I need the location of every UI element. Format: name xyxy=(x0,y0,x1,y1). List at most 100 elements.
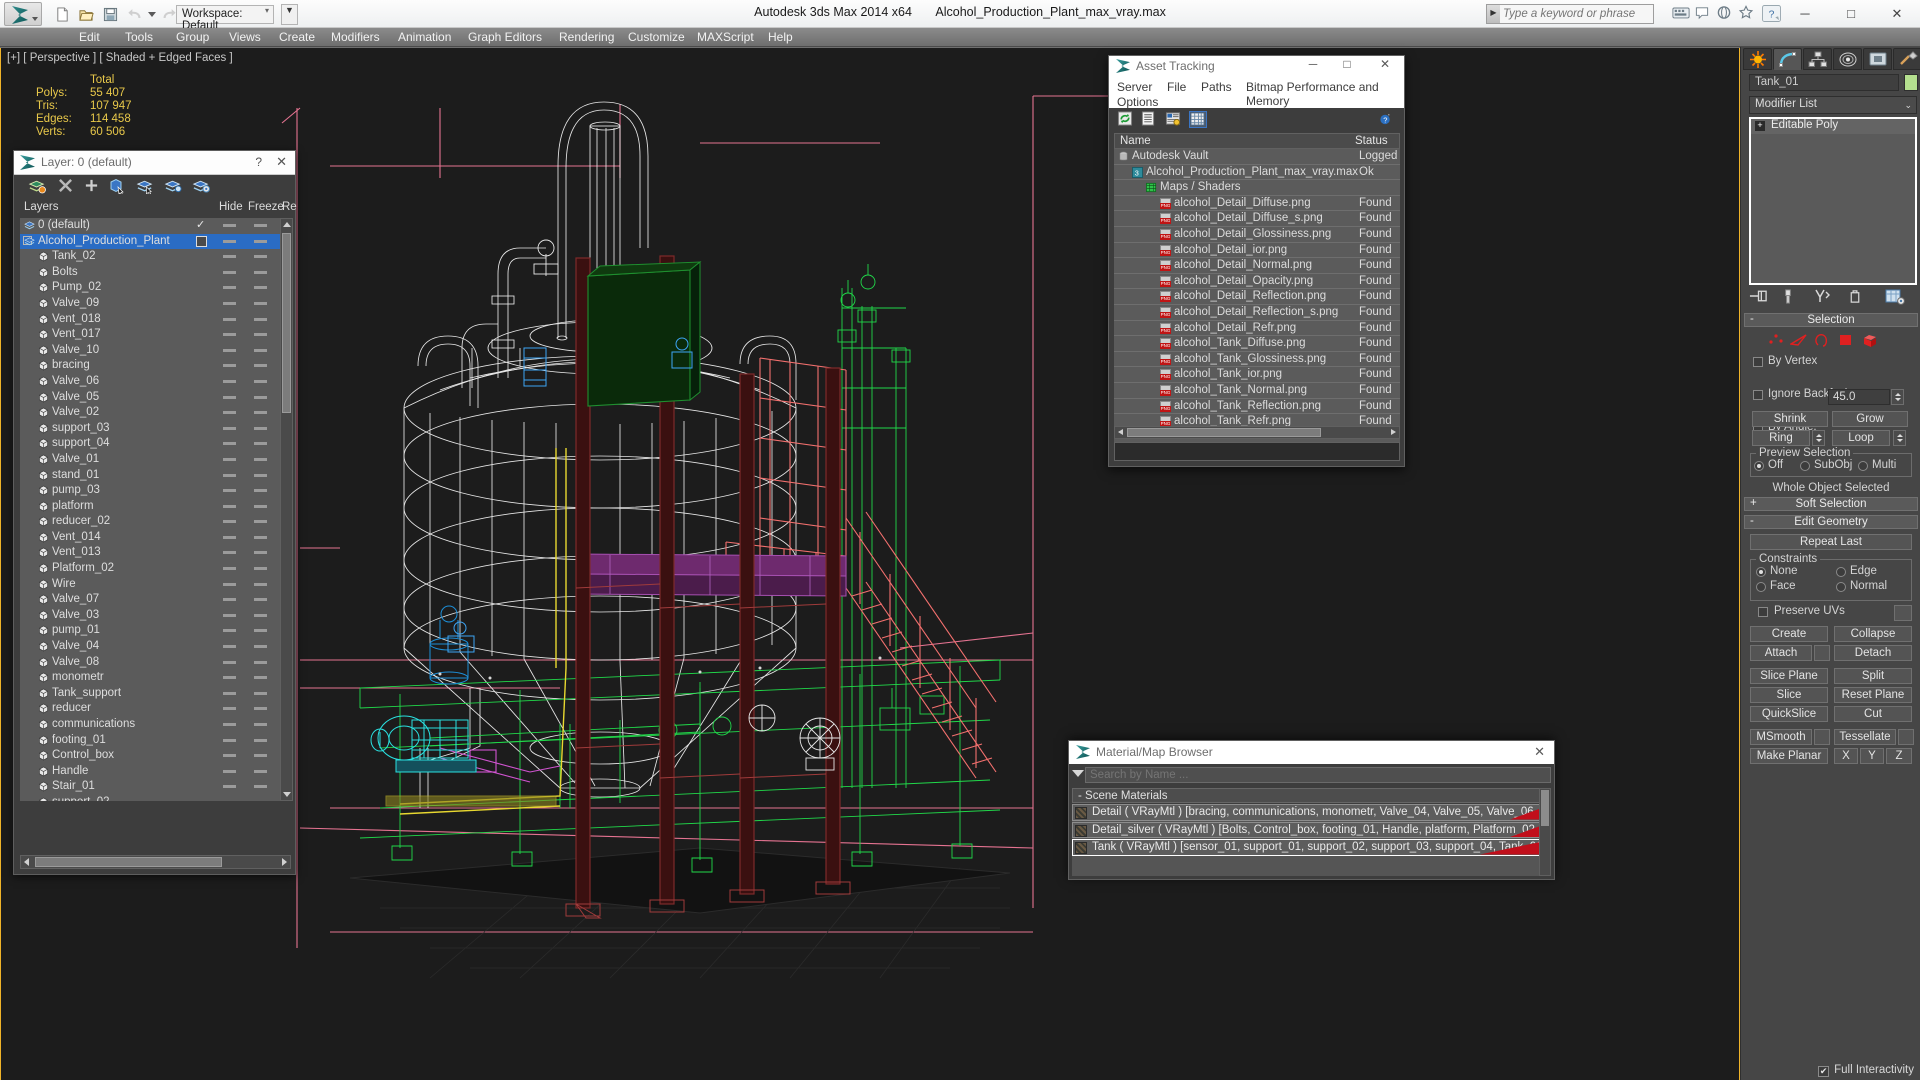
asset-row[interactable]: alcohol_Tank_Diffuse.png Found xyxy=(1114,336,1400,352)
layer-row[interactable]: Control_box xyxy=(20,748,291,764)
asset-minimize-button[interactable]: ─ xyxy=(1300,57,1326,74)
scroll-right-icon[interactable] xyxy=(282,858,287,866)
viewport-label[interactable]: [+] [ Perspective ] [ Shaded + Edged Fac… xyxy=(7,52,233,64)
material-row[interactable]: Detail_silver ( VRayMtl ) [Bolts, Contro… xyxy=(1072,821,1551,838)
asset-menu-server[interactable]: Server xyxy=(1117,80,1152,94)
freeze-toggle[interactable] xyxy=(254,317,267,321)
hide-toggle[interactable] xyxy=(223,270,236,274)
layer-row[interactable]: Valve_05 xyxy=(20,390,291,406)
asset-row[interactable]: 3 Alcohol_Production_Plant_max_vray.max Ok xyxy=(1114,165,1400,181)
layer-list[interactable]: 0 (default)✓−Alcohol_Production_PlantTan… xyxy=(20,218,291,801)
element-icon[interactable] xyxy=(1862,333,1878,348)
help-icon[interactable]: ? xyxy=(1378,111,1396,128)
remove-modifier-icon[interactable] xyxy=(1848,289,1868,307)
asset-row[interactable]: alcohol_Detail_Diffuse.png Found xyxy=(1114,196,1400,212)
hide-toggle[interactable] xyxy=(223,785,236,789)
layer-row[interactable]: support_02 xyxy=(20,795,291,801)
asset-row[interactable]: alcohol_Detail_Glossiness.png Found xyxy=(1114,227,1400,243)
layer-manager-titlebar[interactable]: Layer: 0 (default) ? ✕ xyxy=(14,151,295,175)
loop-button[interactable]: Loop xyxy=(1832,430,1890,446)
new-layer-icon[interactable] xyxy=(28,178,49,196)
freeze-toggle[interactable] xyxy=(254,255,267,259)
hierarchy-tab[interactable] xyxy=(1803,48,1832,70)
asset-list[interactable]: Autodesk Vault Logged Ou 3 Alcohol_Producti… xyxy=(1114,149,1400,446)
display-tab[interactable] xyxy=(1863,48,1892,70)
layer-row[interactable]: communications xyxy=(20,717,291,733)
selection-rollout-header[interactable]: - Selection xyxy=(1744,313,1918,327)
window-close-button[interactable]: ✕ xyxy=(1874,0,1920,28)
make-planar-x-button[interactable]: X xyxy=(1834,748,1858,764)
asset-menu-paths[interactable]: Paths xyxy=(1201,80,1232,94)
layer-row[interactable]: Vent_014 xyxy=(20,530,291,546)
layer-column-hide[interactable]: Hide xyxy=(219,201,243,213)
menu-item-create[interactable]: Create xyxy=(272,30,322,45)
asset-row[interactable]: Maps / Shaders xyxy=(1114,180,1400,196)
by-vertex-checkbox[interactable] xyxy=(1753,357,1763,367)
layer-column-layers[interactable]: Layers xyxy=(24,201,59,213)
layer-row[interactable]: Stair_01 xyxy=(20,779,291,795)
menu-item-graph-editors[interactable]: Graph Editors xyxy=(461,30,549,45)
freeze-toggle[interactable] xyxy=(254,301,267,305)
constraint-face-radio[interactable] xyxy=(1756,582,1766,592)
hide-toggle[interactable] xyxy=(223,411,236,415)
freeze-toggle[interactable] xyxy=(254,395,267,399)
material-list-scrollbar[interactable] xyxy=(1539,788,1551,876)
layer-row[interactable]: Vent_018 xyxy=(20,312,291,328)
freeze-toggle[interactable] xyxy=(254,473,267,477)
layer-row[interactable]: support_04 xyxy=(20,436,291,452)
msmooth-button[interactable]: MSmooth xyxy=(1750,729,1812,745)
freeze-toggle[interactable] xyxy=(254,504,267,508)
full-interactivity-checkbox[interactable]: ✔ xyxy=(1818,1066,1830,1077)
freeze-toggle[interactable] xyxy=(254,333,267,337)
freeze-toggle[interactable] xyxy=(254,551,267,555)
preview-off-radio[interactable] xyxy=(1754,461,1764,471)
soft-selection-rollout-header[interactable]: + Soft Selection xyxy=(1744,497,1918,511)
select-object-layer-icon[interactable] xyxy=(108,178,129,196)
by-angle-value[interactable]: 45.0 xyxy=(1828,389,1890,405)
grid-view-icon[interactable] xyxy=(1189,111,1207,128)
freeze-toggle[interactable] xyxy=(254,691,267,695)
asset-row[interactable]: alcohol_Detail_Reflection.png Found xyxy=(1114,289,1400,305)
layer-row[interactable]: support_03 xyxy=(20,421,291,437)
by-vertex-checkbox-row[interactable]: By Vertex xyxy=(1744,355,1918,371)
layer-row[interactable]: Handle xyxy=(20,764,291,780)
layer-row[interactable]: Tank_support xyxy=(20,686,291,702)
hide-toggle[interactable] xyxy=(223,769,236,773)
autodesk-360-icon[interactable] xyxy=(1716,5,1734,23)
msmooth-settings-button[interactable] xyxy=(1814,729,1830,745)
asset-row[interactable]: alcohol_Detail_Reflection_s.png Found xyxy=(1114,305,1400,321)
scroll-thumb-horizontal[interactable] xyxy=(1127,428,1321,437)
freeze-toggle[interactable] xyxy=(254,567,267,571)
preserve-uvs-row[interactable]: Preserve UVs xyxy=(1744,605,1918,621)
layer-manager-window[interactable]: Layer: 0 (default) ? ✕ Layers Hide Freeze R… xyxy=(13,150,297,875)
favorites-star-icon[interactable] xyxy=(1738,5,1756,23)
hide-toggle[interactable] xyxy=(223,660,236,664)
utilities-tab[interactable] xyxy=(1893,48,1920,70)
search-arrow-icon[interactable]: ▶ xyxy=(1487,5,1500,23)
freeze-toggle[interactable] xyxy=(254,754,267,758)
hide-toggle[interactable] xyxy=(223,457,236,461)
menu-item-tools[interactable]: Tools xyxy=(118,30,160,45)
layer-properties-icon[interactable] xyxy=(192,178,213,196)
freeze-toggle[interactable] xyxy=(254,660,267,664)
layer-row[interactable]: Vent_013 xyxy=(20,545,291,561)
layer-row[interactable]: Valve_04 xyxy=(20,639,291,655)
freeze-toggle[interactable] xyxy=(254,224,267,227)
help-button-icon[interactable]: ? xyxy=(1762,5,1782,23)
preview-subobj-radio[interactable] xyxy=(1800,461,1810,471)
tessellate-settings-button[interactable] xyxy=(1898,729,1914,745)
freeze-toggle[interactable] xyxy=(254,239,267,243)
asset-menu-file[interactable]: File xyxy=(1167,80,1186,94)
layer-row[interactable]: pump_01 xyxy=(20,623,291,639)
polygon-icon[interactable] xyxy=(1838,333,1854,348)
shrink-button[interactable]: Shrink xyxy=(1752,411,1828,427)
detail-view-icon[interactable] xyxy=(1165,111,1183,128)
layer-row[interactable]: Valve_06 xyxy=(20,374,291,390)
freeze-toggle[interactable] xyxy=(254,676,267,680)
menu-item-views[interactable]: Views xyxy=(222,30,268,45)
hide-toggle[interactable] xyxy=(223,426,236,430)
search-box[interactable]: ▶ xyxy=(1486,4,1654,24)
freeze-toggle[interactable] xyxy=(254,598,267,602)
layer-row[interactable]: Platform_02 xyxy=(20,561,291,577)
freeze-toggle[interactable] xyxy=(254,379,267,383)
